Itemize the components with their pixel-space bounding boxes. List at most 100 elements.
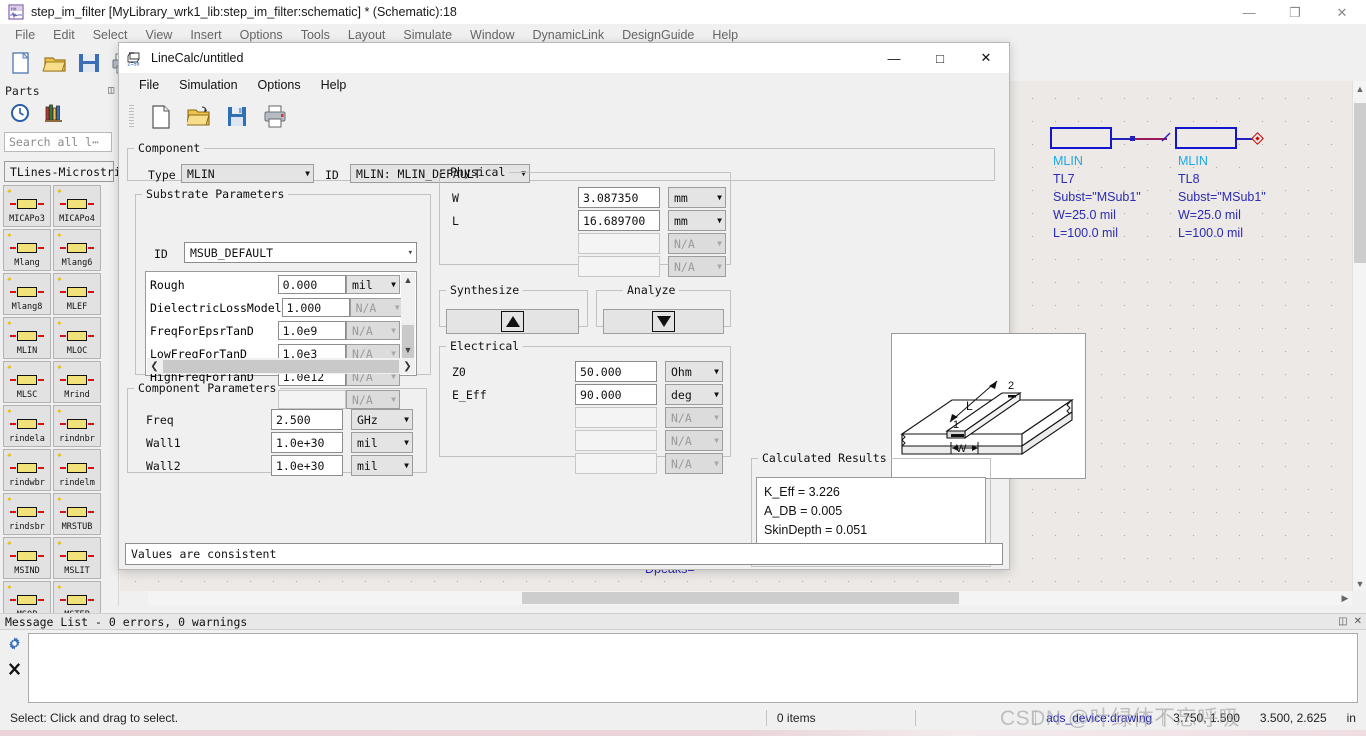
- substrate-parameter-list[interactable]: Rough0.000mil▼DielectricLossModel1.000N/…: [145, 271, 417, 376]
- menu-select[interactable]: Select: [84, 27, 137, 43]
- canvas-vertical-scrollbar[interactable]: ▲ ▼: [1352, 81, 1366, 591]
- substrate-param-value[interactable]: 1.000: [282, 298, 350, 317]
- status-context-link[interactable]: ads_device:drawing: [1036, 706, 1162, 730]
- physical-param-row[interactable]: N/A▼: [440, 256, 730, 279]
- menu-simulate[interactable]: Simulate: [394, 27, 461, 43]
- linecalc-minimize-button[interactable]: —: [871, 43, 917, 73]
- library-books-icon[interactable]: [44, 103, 64, 128]
- linecalc-menu-options[interactable]: Options: [248, 78, 311, 92]
- electrical-param-row[interactable]: N/A▼: [440, 453, 730, 476]
- part-item-mloc[interactable]: ✦MLOC: [53, 317, 101, 359]
- part-item-mslit[interactable]: ✦MSLIT: [53, 537, 101, 579]
- linecalc-menu-file[interactable]: File: [129, 78, 169, 92]
- part-item-rindelm[interactable]: ✦rindelm: [53, 449, 101, 491]
- substrate-row[interactable]: FreqForEpsrTanD1.0e9N/A▼: [146, 319, 400, 342]
- menu-view[interactable]: View: [136, 27, 181, 43]
- part-item-mlang[interactable]: ✦Mlang: [3, 229, 51, 271]
- toolbar-grip[interactable]: [129, 105, 134, 129]
- gear-icon[interactable]: [7, 636, 22, 656]
- part-item-mrstub[interactable]: ✦MRSTUB: [53, 493, 101, 535]
- physical-param-value[interactable]: 3.087350: [578, 187, 660, 208]
- part-item-micapo3[interactable]: ✦MICAPo3: [3, 185, 51, 227]
- main-close-button[interactable]: ✕: [1318, 0, 1366, 24]
- electrical-param-row[interactable]: N/A▼: [440, 430, 730, 453]
- component-param-row[interactable]: Freq2.500GHz▼: [128, 409, 426, 432]
- substrate-row[interactable]: DielectricLossModel1.000N/A▼: [146, 296, 400, 319]
- electrical-param-value[interactable]: 90.000: [575, 384, 657, 405]
- canvas-horizontal-scrollbar[interactable]: [148, 591, 1352, 605]
- substrate-param-value[interactable]: 1.0e9: [278, 321, 346, 340]
- part-item-msind[interactable]: ✦MSIND: [3, 537, 51, 579]
- hscroll-thumb[interactable]: [522, 592, 959, 604]
- electrical-param-row[interactable]: N/A▼: [440, 407, 730, 430]
- search-input[interactable]: Search all l⋯: [4, 132, 112, 152]
- component-param-row[interactable]: Wall11.0e+30mil▼: [128, 432, 426, 455]
- scroll-down-arrow-icon[interactable]: ▼: [401, 343, 415, 357]
- component-param-value[interactable]: 2.500: [271, 409, 343, 430]
- linecalc-maximize-button[interactable]: □: [917, 43, 963, 73]
- linecalc-menu-help[interactable]: Help: [311, 78, 357, 92]
- part-item-mlef[interactable]: ✦MLEF: [53, 273, 101, 315]
- physical-param-value[interactable]: [578, 233, 660, 254]
- physical-param-unit[interactable]: mm▼: [668, 210, 726, 231]
- menu-options[interactable]: Options: [231, 27, 292, 43]
- component-param-row[interactable]: Wall21.0e+30mil▼: [128, 455, 426, 478]
- part-item-rindwbr[interactable]: ✦rindwbr: [3, 449, 51, 491]
- clear-x-icon[interactable]: [7, 662, 22, 682]
- menu-help[interactable]: Help: [703, 27, 747, 43]
- part-item-mlang6[interactable]: ✦Mlang6: [53, 229, 101, 271]
- part-item-micapo4[interactable]: ✦MICAPo4: [53, 185, 101, 227]
- part-item-mlsc[interactable]: ✦MLSC: [3, 361, 51, 403]
- substrate-list-vscrollbar[interactable]: ▲ ▼: [401, 273, 415, 357]
- electrical-param-value[interactable]: [575, 430, 657, 451]
- electrical-param-value[interactable]: 50.000: [575, 361, 657, 382]
- history-clock-icon[interactable]: [10, 103, 30, 128]
- electrical-param-row[interactable]: Z050.000Ohm▼: [440, 361, 730, 384]
- main-restore-button[interactable]: ❐: [1272, 0, 1318, 24]
- save-disk-icon[interactable]: [222, 103, 252, 131]
- scroll-right-arrow-icon[interactable]: ▶: [1338, 591, 1352, 605]
- electrical-param-unit[interactable]: deg▼: [665, 384, 723, 405]
- menu-tools[interactable]: Tools: [292, 27, 339, 43]
- electrical-param-row[interactable]: E_Eff90.000deg▼: [440, 384, 730, 407]
- substrate-hscroll-thumb[interactable]: [163, 360, 399, 373]
- panel-dock-icon[interactable]: ◫: [108, 85, 114, 96]
- analyze-button[interactable]: [603, 309, 724, 334]
- component-param-unit[interactable]: mil▼: [351, 455, 413, 476]
- part-item-rindnbr[interactable]: ✦rindnbr: [53, 405, 101, 447]
- scroll-down-arrow-icon[interactable]: ▼: [1353, 576, 1366, 591]
- part-item-mrind[interactable]: ✦Mrind: [53, 361, 101, 403]
- component-param-value[interactable]: 1.0e+30: [271, 455, 343, 476]
- physical-param-row[interactable]: W3.087350mm▼: [440, 187, 730, 210]
- substrate-param-value[interactable]: 0.000: [278, 275, 346, 294]
- menu-file[interactable]: File: [6, 27, 44, 43]
- component-param-unit[interactable]: mil▼: [351, 432, 413, 453]
- part-item-mlin[interactable]: ✦MLIN: [3, 317, 51, 359]
- open-folder-icon[interactable]: [184, 103, 214, 131]
- mlin-tl7-box[interactable]: [1050, 127, 1112, 149]
- new-file-icon[interactable]: [146, 103, 176, 131]
- substrate-id-combo[interactable]: MSUB_DEFAULT ▾: [184, 242, 417, 263]
- mlin-tl8-box[interactable]: [1175, 127, 1237, 149]
- message-list-float-icon[interactable]: ◫: [1338, 616, 1347, 627]
- component-type-combo[interactable]: MLIN ▼: [181, 164, 314, 183]
- substrate-row[interactable]: Rough0.000mil▼: [146, 273, 400, 296]
- menu-insert[interactable]: Insert: [181, 27, 230, 43]
- synthesize-button[interactable]: [446, 309, 579, 334]
- physical-param-row[interactable]: N/A▼: [440, 233, 730, 256]
- open-design-icon[interactable]: [42, 51, 68, 75]
- menu-edit[interactable]: Edit: [44, 27, 84, 43]
- linecalc-close-button[interactable]: ✕: [963, 43, 1009, 73]
- component-param-unit[interactable]: GHz▼: [351, 409, 413, 430]
- electrical-param-value[interactable]: [575, 407, 657, 428]
- new-design-icon[interactable]: [8, 51, 34, 75]
- part-item-rindela[interactable]: ✦rindela: [3, 405, 51, 447]
- scroll-up-arrow-icon[interactable]: ▲: [401, 273, 415, 287]
- physical-param-row[interactable]: L16.689700mm▼: [440, 210, 730, 233]
- message-list-body[interactable]: [28, 633, 1358, 703]
- parts-category-combo[interactable]: TLines-Microstrip: [4, 161, 114, 182]
- vscroll-thumb[interactable]: [1354, 103, 1366, 263]
- message-list-close-icon[interactable]: ✕: [1354, 616, 1362, 627]
- scroll-right-arrow-icon[interactable]: ❯: [400, 361, 415, 372]
- substrate-list-hscrollbar[interactable]: ❮ ❯: [147, 358, 415, 374]
